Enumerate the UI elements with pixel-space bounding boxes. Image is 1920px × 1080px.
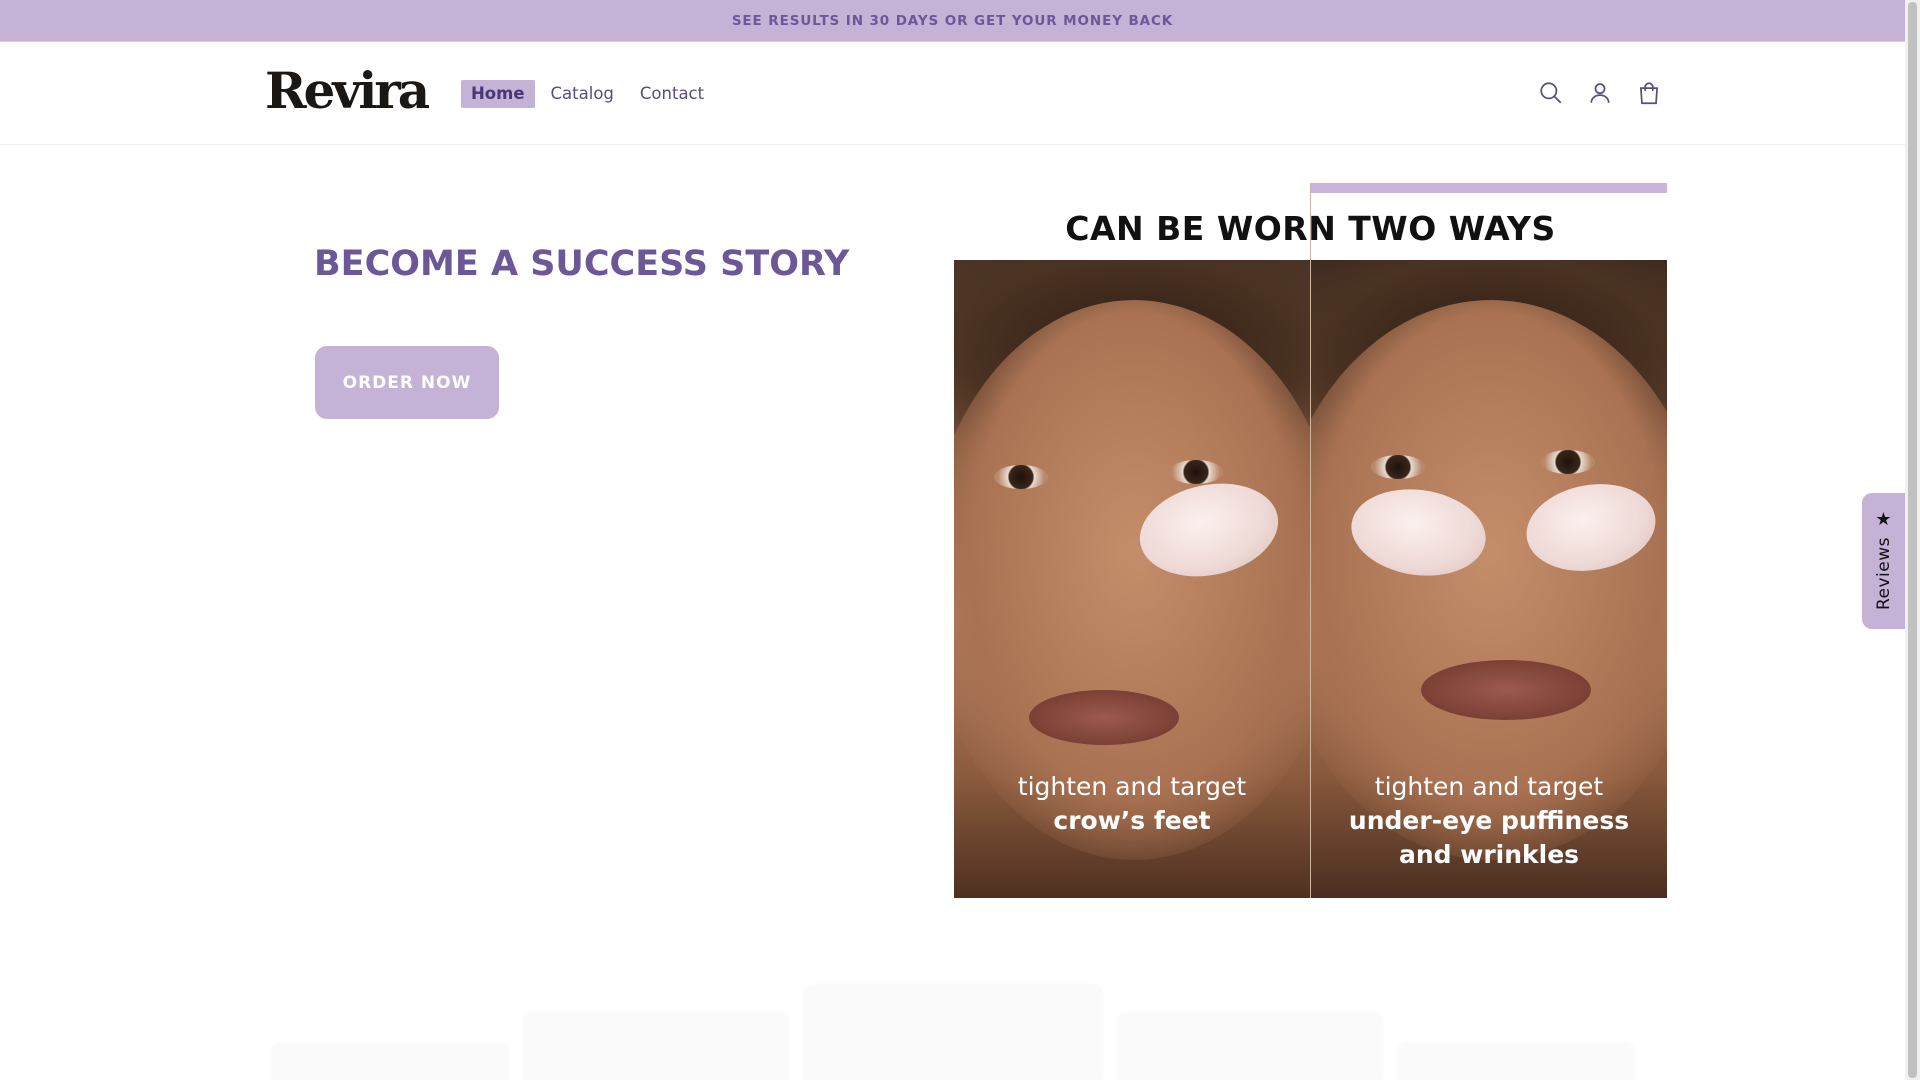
card-placeholder bbox=[804, 986, 1102, 1080]
eye-shape bbox=[1169, 460, 1223, 484]
hero-title: BECOME A SUCCESS STORY bbox=[314, 244, 850, 284]
main-nav: Home Catalog Contact bbox=[461, 80, 720, 108]
logo[interactable]: Revira bbox=[265, 63, 430, 119]
lips-shape bbox=[1029, 690, 1179, 745]
account-icon[interactable] bbox=[1585, 78, 1615, 108]
header-icons bbox=[1536, 78, 1683, 108]
image-panel-right: tighten and target under-eye puffiness a… bbox=[1311, 260, 1667, 898]
site-header: Revira Home Catalog Contact bbox=[0, 43, 1905, 145]
announcement-text: SEE RESULTS IN 30 DAYS OR GET YOUR MONEY… bbox=[731, 12, 1174, 29]
left-caption-line1: tighten and target bbox=[1017, 772, 1247, 801]
card-placeholder bbox=[524, 1014, 788, 1080]
order-now-button[interactable]: ORDER NOW bbox=[315, 346, 499, 419]
image-panel-left: tighten and target crow’s feet bbox=[954, 260, 1310, 898]
reviews-tab-label: Reviews bbox=[1873, 537, 1894, 611]
search-icon[interactable] bbox=[1536, 78, 1566, 108]
card-placeholder bbox=[272, 1044, 508, 1080]
right-caption-line2: under-eye puffiness bbox=[1348, 806, 1630, 835]
cart-icon[interactable] bbox=[1634, 78, 1664, 108]
eye-shape bbox=[994, 465, 1048, 489]
card-placeholder bbox=[1398, 1044, 1634, 1080]
eye-shape bbox=[1541, 450, 1595, 474]
nav-catalog[interactable]: Catalog bbox=[541, 80, 624, 108]
lips-shape bbox=[1421, 660, 1591, 720]
left-caption: tighten and target crow’s feet bbox=[954, 770, 1310, 838]
bottom-cards-strip bbox=[0, 980, 1905, 1080]
right-caption-line3: and wrinkles bbox=[1398, 840, 1580, 869]
nav-contact[interactable]: Contact bbox=[630, 80, 714, 108]
announcement-bar: SEE RESULTS IN 30 DAYS OR GET YOUR MONEY… bbox=[0, 0, 1905, 42]
card-placeholder bbox=[1118, 1014, 1382, 1080]
right-caption: tighten and target under-eye puffiness a… bbox=[1311, 770, 1667, 872]
hero-image: CAN BE WORN TWO WAYS tighten and target … bbox=[954, 183, 1667, 898]
star-icon: ★ bbox=[1875, 509, 1892, 530]
image-band-edge bbox=[1311, 183, 1667, 193]
image-divider bbox=[1310, 183, 1311, 898]
reviews-tab[interactable]: ★ Reviews bbox=[1862, 493, 1905, 629]
left-caption-line2: crow’s feet bbox=[1053, 806, 1211, 835]
right-caption-line1: tighten and target bbox=[1374, 772, 1604, 801]
scrollbar-thumb[interactable] bbox=[1908, 2, 1917, 1078]
nav-home[interactable]: Home bbox=[461, 80, 535, 108]
eye-shape bbox=[1371, 455, 1425, 479]
